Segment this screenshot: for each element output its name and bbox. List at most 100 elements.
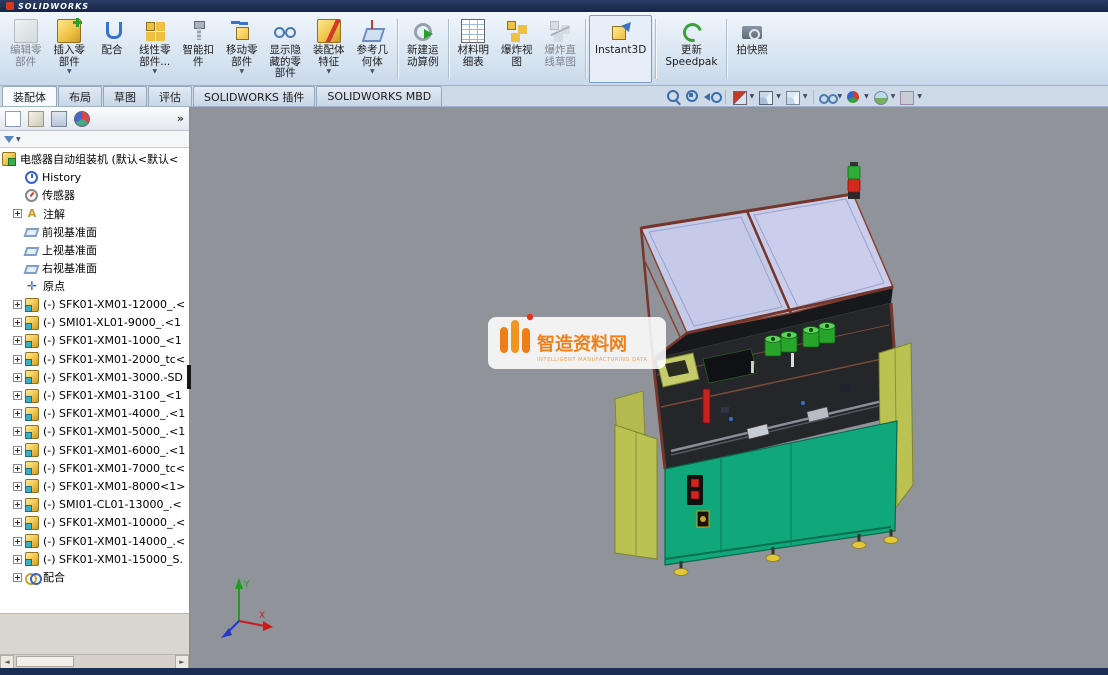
ribbon-button-linear-component-pattern[interactable]: 线性零 部件... ▼ — [133, 15, 177, 83]
hide-show-items-icon[interactable] — [819, 89, 835, 105]
view-orientation-icon[interactable] — [757, 89, 773, 105]
ribbon-button-explode-line-sketch[interactable]: 爆炸直 线草图 — [539, 15, 583, 83]
apply-scene-icon[interactable] — [872, 89, 888, 105]
tree-item-history[interactable]: History — [2, 168, 189, 186]
ribbon-button-assembly-features[interactable]: 装配体 特征 ▼ — [307, 15, 351, 83]
tree-item-component[interactable]: (-) SFK01-XM01-7000_tc< — [2, 459, 189, 477]
tree-item-origin[interactable]: ✛ 原点 — [2, 277, 189, 295]
expand-toggle[interactable] — [13, 518, 22, 527]
tree-item-right-plane[interactable]: 右视基准面 — [2, 259, 189, 277]
displaymanager-tab[interactable] — [74, 111, 90, 127]
ribbon-button-insert-components[interactable]: 插入零 部件 ▼ — [48, 15, 92, 83]
tree-item-top-plane[interactable]: 上视基准面 — [2, 241, 189, 259]
dropdown-arrow-icon[interactable]: ▼ — [370, 69, 375, 75]
expand-toggle[interactable] — [13, 355, 22, 364]
ribbon-button-exploded-view[interactable]: 爆炸视 图 — [495, 15, 539, 83]
section-view-icon[interactable] — [731, 89, 747, 105]
tree-item-component[interactable]: (-) SFK01-XM01-15000_S. — [2, 550, 189, 568]
tab-assembly[interactable]: 装配体 — [2, 86, 57, 106]
dropdown-arrow-icon[interactable]: ▼ — [750, 93, 755, 100]
tree-item-component[interactable]: (-) SFK01-XM01-6000_.<1 — [2, 441, 189, 459]
ribbon-button-mate[interactable]: 配合 — [91, 15, 133, 83]
ribbon-button-smart-fasteners[interactable]: 智能扣 件 — [177, 15, 221, 83]
tree-item-annotations[interactable]: A 注解 — [2, 205, 189, 223]
zoom-to-area-icon[interactable] — [685, 89, 701, 105]
ribbon-button-take-snapshot[interactable]: 拍快照 — [730, 15, 774, 83]
tree-item-mates[interactable]: 配合 — [2, 568, 189, 586]
tab-sketch[interactable]: 草图 — [103, 86, 147, 106]
ribbon-button-reference-geometry[interactable]: 参考几 何体 ▼ — [351, 15, 395, 83]
propertymanager-tab[interactable] — [28, 111, 44, 127]
expand-toggle[interactable] — [13, 409, 22, 418]
tree-item-front-plane[interactable]: 前视基准面 — [2, 223, 189, 241]
configurationmanager-tab[interactable] — [51, 111, 67, 127]
instant3d-icon — [609, 19, 633, 43]
dropdown-arrow-icon[interactable]: ▼ — [239, 69, 244, 75]
tree-item-component[interactable]: (-) SFK01-XM01-3000.-SD — [2, 368, 189, 386]
expand-toggle[interactable] — [13, 336, 22, 345]
expand-toggle[interactable] — [13, 500, 22, 509]
tab-solidworks-addins[interactable]: SOLIDWORKS 插件 — [193, 86, 315, 106]
expand-toggle[interactable] — [13, 573, 22, 582]
dropdown-arrow-icon[interactable]: ▼ — [864, 93, 869, 100]
expand-toggle[interactable] — [13, 482, 22, 491]
tree-item-component[interactable]: (-) SFK01-XM01-5000_.<1 — [2, 423, 189, 441]
tab-solidworks-mbd[interactable]: SOLIDWORKS MBD — [316, 86, 442, 106]
edit-appearance-icon[interactable] — [845, 89, 861, 105]
ribbon-button-instant3d[interactable]: Instant3D — [589, 15, 652, 83]
dropdown-arrow-icon[interactable]: ▼ — [838, 93, 843, 100]
scrollbar-track[interactable] — [14, 655, 175, 669]
expand-toggle[interactable] — [13, 209, 22, 218]
view-settings-icon[interactable] — [898, 89, 914, 105]
scroll-right-arrow-icon[interactable]: ► — [175, 655, 189, 669]
ribbon-button-new-motion-study[interactable]: 新建运 动算例 — [401, 15, 445, 83]
ribbon-button-move-component[interactable]: 移动零 部件 ▼ — [220, 15, 264, 83]
scroll-left-arrow-icon[interactable]: ◄ — [0, 655, 14, 669]
scrollbar-thumb[interactable] — [16, 656, 74, 667]
dropdown-arrow-icon[interactable]: ▼ — [67, 69, 72, 75]
display-style-icon[interactable] — [784, 89, 800, 105]
expand-toggle[interactable] — [13, 464, 22, 473]
tree-item-component[interactable]: (-) SFK01-XM01-8000<1> — [2, 477, 189, 495]
zoom-to-fit-icon[interactable] — [666, 89, 682, 105]
dropdown-arrow-icon[interactable]: ▼ — [326, 69, 331, 75]
ribbon-button-update-speedpak[interactable]: 更新 Speedpak — [659, 15, 723, 83]
dropdown-arrow-icon[interactable]: ▼ — [917, 93, 922, 100]
tree-item-component[interactable]: (-) SFK01-XM01-1000_<1 — [2, 332, 189, 350]
expand-toggle[interactable] — [13, 427, 22, 436]
dropdown-arrow-icon[interactable]: ▼ — [776, 93, 781, 100]
ribbon-button-show-hidden-components[interactable]: 显示隐 藏的零 部件 — [264, 15, 308, 83]
panel-expand-chevron[interactable]: » — [177, 112, 184, 125]
tree-item-component[interactable]: (-) SMI01-CL01-13000_.< — [2, 496, 189, 514]
tree-item-component[interactable]: (-) SMI01-XL01-9000_.<1 — [2, 314, 189, 332]
tree-item-component[interactable]: (-) SFK01-XM01-12000_.< — [2, 296, 189, 314]
tree-item-component[interactable]: (-) SFK01-XM01-4000_.<1 — [2, 405, 189, 423]
featuremanager-tree-tab[interactable] — [5, 111, 21, 127]
ribbon-button-edit-component[interactable]: 编辑零 部件 — [4, 15, 48, 83]
filter-funnel-icon[interactable] — [4, 136, 14, 143]
dropdown-arrow-icon[interactable]: ▼ — [152, 69, 157, 75]
expand-toggle[interactable] — [13, 391, 22, 400]
expand-toggle[interactable] — [13, 446, 22, 455]
tree-item-component[interactable]: (-) SFK01-XM01-3100_<1 — [2, 386, 189, 404]
expand-toggle[interactable] — [13, 373, 22, 382]
tree-root-item[interactable]: 电感器自动组装机 (默认<默认< — [2, 150, 189, 168]
tab-layout[interactable]: 布局 — [58, 86, 102, 106]
tree-item-component[interactable]: (-) SFK01-XM01-14000_.< — [2, 532, 189, 550]
tab-evaluate[interactable]: 评估 — [148, 86, 192, 106]
filter-dropdown-arrow-icon[interactable]: ▼ — [16, 136, 21, 143]
model-canvas[interactable]: 智造资料网 INTELLIGENT MANUFACTURING DATA Y X — [191, 107, 1108, 668]
expand-toggle[interactable] — [13, 300, 22, 309]
tree-item-component[interactable]: (-) SFK01-XM01-10000_.< — [2, 514, 189, 532]
expand-toggle[interactable] — [13, 318, 22, 327]
ribbon-button-bill-of-materials[interactable]: 材料明 细表 — [452, 15, 496, 83]
tree-item-sensors[interactable]: 传感器 — [2, 186, 189, 204]
graphics-viewport[interactable]: 智造资料网 INTELLIGENT MANUFACTURING DATA Y X — [191, 107, 1108, 668]
tree-item-component[interactable]: (-) SFK01-XM01-2000_tc< — [2, 350, 189, 368]
previous-view-icon[interactable] — [704, 89, 720, 105]
expand-toggle[interactable] — [13, 537, 22, 546]
dropdown-arrow-icon[interactable]: ▼ — [803, 93, 808, 100]
horizontal-scrollbar[interactable]: ◄ ► — [0, 654, 189, 668]
dropdown-arrow-icon[interactable]: ▼ — [891, 93, 896, 100]
expand-toggle[interactable] — [13, 555, 22, 564]
